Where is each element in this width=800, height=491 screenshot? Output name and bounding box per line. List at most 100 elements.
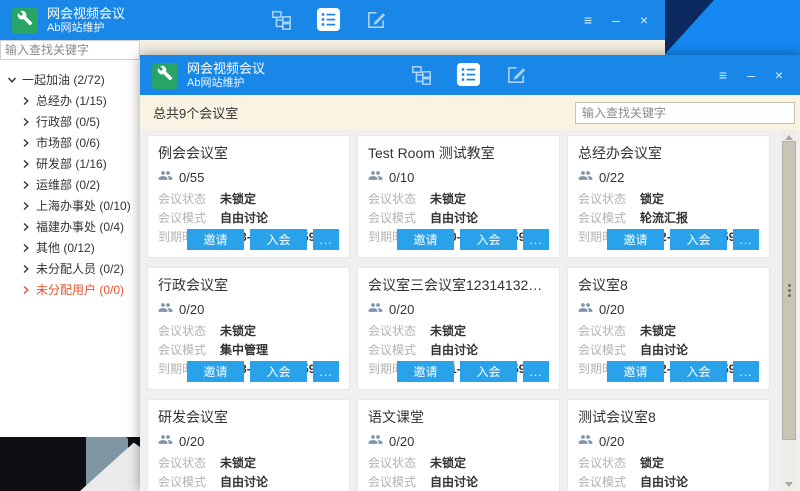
chevron-right-icon[interactable] [21,138,31,148]
edit-icon[interactable] [505,63,528,91]
people-icon [578,169,593,187]
org-tree-item[interactable]: 福建办事处 (0/4) [0,216,140,237]
room-occupancy: 0/20 [389,434,414,449]
chevron-right-icon[interactable] [21,117,31,127]
status-value: 未锁定 [220,454,256,471]
mode-value: 自由讨论 [640,341,688,358]
join-button[interactable]: 入会 [250,229,307,250]
scroll-down-icon[interactable] [781,477,797,491]
more-button[interactable]: ... [313,361,339,382]
app-logo [12,8,38,34]
org-tree-item-label: 运维部 [36,176,72,193]
org-tree-item-label: 未分配用户 [36,281,96,298]
org-tree-root[interactable]: 一起加油 (2/72) [0,69,140,90]
close-icon[interactable]: × [772,67,786,83]
people-icon [368,301,383,319]
org-tree-item[interactable]: 市场部 (0/6) [0,132,140,153]
org-tree-item-label: 福建办事处 [36,218,96,235]
status-value: 未锁定 [220,190,256,207]
room-occupancy: 0/20 [179,434,204,449]
org-tree-item-count: (0/12) [63,241,94,255]
wrench-icon [157,65,173,86]
invite-button[interactable]: 邀请 [607,229,664,250]
mode-label: 会议模式 [578,341,640,358]
org-tree-item[interactable]: 总经办 (1/15) [0,90,140,111]
more-button[interactable]: ... [733,229,759,250]
org-tree-item[interactable]: 研发部 (1/16) [0,153,140,174]
mode-value: 自由讨论 [220,473,268,490]
invite-button[interactable]: 邀请 [187,361,244,382]
org-tree-item-label: 市场部 [36,134,72,151]
close-icon[interactable]: × [637,12,651,28]
room-name: 会议室8 [578,275,759,295]
meeting-room-card: 研发会议室 0/20 会议状态 未锁定 会议模式 自由讨论 到期时间 2022-… [147,399,350,491]
sidebar-search-input[interactable] [0,40,140,60]
edit-icon[interactable] [365,8,388,36]
org-tree-item-label: 总经办 [36,92,72,109]
room-name: 总经办会议室 [578,143,759,163]
org-tree-item[interactable]: 未分配用户 (0/0) [0,279,140,300]
join-button[interactable]: 入会 [670,229,727,250]
org-tree-item[interactable]: 行政部 (0/5) [0,111,140,132]
org-tree-item[interactable]: 其他 (0/12) [0,237,140,258]
org-tree: 一起加油 (2/72) 总经办 (1/15) 行政部 (0/5) 市场部 (0/… [0,60,140,300]
vertical-scrollbar[interactable] [781,130,797,491]
org-tree-item-count: (1/16) [75,157,106,171]
org-tree-item[interactable]: 上海办事处 (0/10) [0,195,140,216]
org-tree-root-count: (2/72) [73,73,104,87]
room-grid-area: 例会会议室 0/55 会议状态 未锁定 会议模式 自由讨论 到期时间 2028-… [140,130,800,491]
mode-label: 会议模式 [368,209,430,226]
more-button[interactable]: ... [523,229,549,250]
room-list-icon[interactable] [456,62,481,92]
meeting-room-card: 语文课堂 0/20 会议状态 未锁定 会议模式 自由讨论 到期时间 2022-0… [357,399,560,491]
room-name: 会议室三会议室123141324141三会... [368,275,549,295]
invite-button[interactable]: 邀请 [397,229,454,250]
chevron-right-icon[interactable] [21,180,31,190]
status-label: 会议状态 [368,190,430,207]
scrollbar-thumb[interactable] [782,141,796,440]
mode-label: 会议模式 [578,209,640,226]
chevron-down-icon[interactable] [7,75,17,85]
org-tree-item-count: (0/0) [99,283,124,297]
join-button[interactable]: 入会 [670,361,727,382]
mode-value: 自由讨论 [430,473,478,490]
menu-icon[interactable]: ≡ [716,67,730,83]
minimize-icon[interactable]: – [609,12,623,28]
invite-button[interactable]: 邀请 [397,361,454,382]
mode-label: 会议模式 [158,209,220,226]
org-chart-icon[interactable] [410,64,432,91]
join-button[interactable]: 入会 [460,229,517,250]
chevron-right-icon[interactable] [21,243,31,253]
chevron-right-icon[interactable] [21,201,31,211]
people-icon [158,433,173,451]
mode-value: 轮流汇报 [640,209,688,226]
room-occupancy: 0/20 [179,302,204,317]
more-button[interactable]: ... [523,361,549,382]
org-tree-item-count: (0/10) [99,199,130,213]
chevron-right-icon[interactable] [21,264,31,274]
room-name: 行政会议室 [158,275,339,295]
invite-button[interactable]: 邀请 [607,361,664,382]
chevron-right-icon[interactable] [21,96,31,106]
room-occupancy: 0/10 [389,170,414,185]
more-button[interactable]: ... [733,361,759,382]
room-list-icon[interactable] [316,7,341,37]
chevron-right-icon[interactable] [21,285,31,295]
org-chart-icon[interactable] [270,9,292,36]
status-label: 会议状态 [158,454,220,471]
join-button[interactable]: 入会 [460,361,517,382]
main-window-titlebar[interactable]: 网会视频会议 Ab网站维护 ≡ – [140,55,800,95]
people-icon [578,301,593,319]
chevron-right-icon[interactable] [21,222,31,232]
menu-icon[interactable]: ≡ [581,12,595,28]
room-search-input[interactable] [575,102,795,124]
people-icon [368,433,383,451]
minimize-icon[interactable]: – [744,67,758,83]
background-window-titlebar[interactable]: 网会视频会议 Ab网站维护 ≡ – [0,0,665,40]
org-tree-item[interactable]: 未分配人员 (0/2) [0,258,140,279]
more-button[interactable]: ... [313,229,339,250]
invite-button[interactable]: 邀请 [187,229,244,250]
org-tree-item[interactable]: 运维部 (0/2) [0,174,140,195]
join-button[interactable]: 入会 [250,361,307,382]
chevron-right-icon[interactable] [21,159,31,169]
